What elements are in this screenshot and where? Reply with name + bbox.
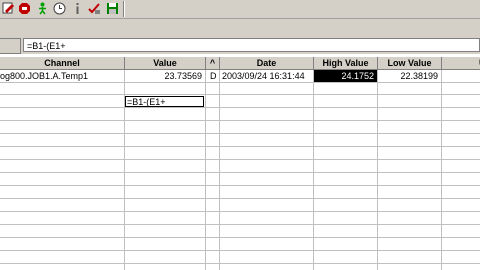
toolbar-area <box>0 19 480 37</box>
grid-line <box>0 185 480 186</box>
formula-input[interactable]: =B1-(E1+ <box>23 38 480 52</box>
column-header-row: Channel Value ^ Date High Value Low Valu… <box>0 57 480 70</box>
grid-line <box>205 70 206 270</box>
cell-edit-input[interactable]: =B1-(E1+ <box>125 96 204 107</box>
grid-line <box>441 70 442 270</box>
run-figure-icon[interactable] <box>36 2 49 15</box>
column-header-date[interactable]: Date <box>220 57 314 69</box>
grid-line <box>0 159 480 160</box>
cell-flag[interactable]: D <box>210 70 220 82</box>
grid-line <box>0 107 480 108</box>
grid-line <box>0 120 480 121</box>
grid-line <box>0 211 480 212</box>
cell-low-value[interactable]: 22.38199 <box>378 70 441 82</box>
grid-line <box>0 224 480 225</box>
column-header-high-value[interactable]: High Value <box>314 57 378 69</box>
grid-line <box>377 70 378 270</box>
data-grid: Channel Value ^ Date High Value Low Valu… <box>0 57 480 270</box>
grid-line <box>0 263 480 264</box>
grid-line <box>0 250 480 251</box>
save-disk-icon[interactable] <box>106 2 119 15</box>
cell-date[interactable]: 2003/09/24 16:31:44 <box>222 70 314 82</box>
grid-line <box>219 70 220 270</box>
column-header-flag[interactable]: ^ <box>206 57 220 69</box>
formula-bar: =B1-(E1+ <box>0 37 480 54</box>
cell-value[interactable]: 23.73569 <box>125 70 205 82</box>
grid-line <box>0 146 480 147</box>
cell-reference-box[interactable] <box>0 38 21 54</box>
grid-line <box>313 70 314 270</box>
column-header-unit[interactable]: Un <box>442 57 480 69</box>
grid-line <box>0 82 480 83</box>
column-header-value[interactable]: Value <box>125 57 206 69</box>
cell-high-value[interactable]: 24.1752 <box>314 70 377 82</box>
grid-line <box>0 237 480 238</box>
toolbar <box>0 0 480 19</box>
cell-unit[interactable] <box>442 70 480 82</box>
stop-icon[interactable] <box>18 2 31 15</box>
clock-icon[interactable] <box>53 2 66 15</box>
toolbar-separator <box>123 1 125 17</box>
cell-channel[interactable]: og800.JOB1.A.Temp1 <box>0 70 124 82</box>
edit-script-icon[interactable] <box>2 2 15 15</box>
grid-line <box>0 172 480 173</box>
info-icon[interactable] <box>71 2 84 15</box>
column-header-low-value[interactable]: Low Value <box>378 57 442 69</box>
check-tool-icon[interactable] <box>88 2 101 15</box>
column-header-channel[interactable]: Channel <box>0 57 125 69</box>
grid-line <box>0 94 480 95</box>
grid-line <box>0 198 480 199</box>
grid-line <box>0 133 480 134</box>
